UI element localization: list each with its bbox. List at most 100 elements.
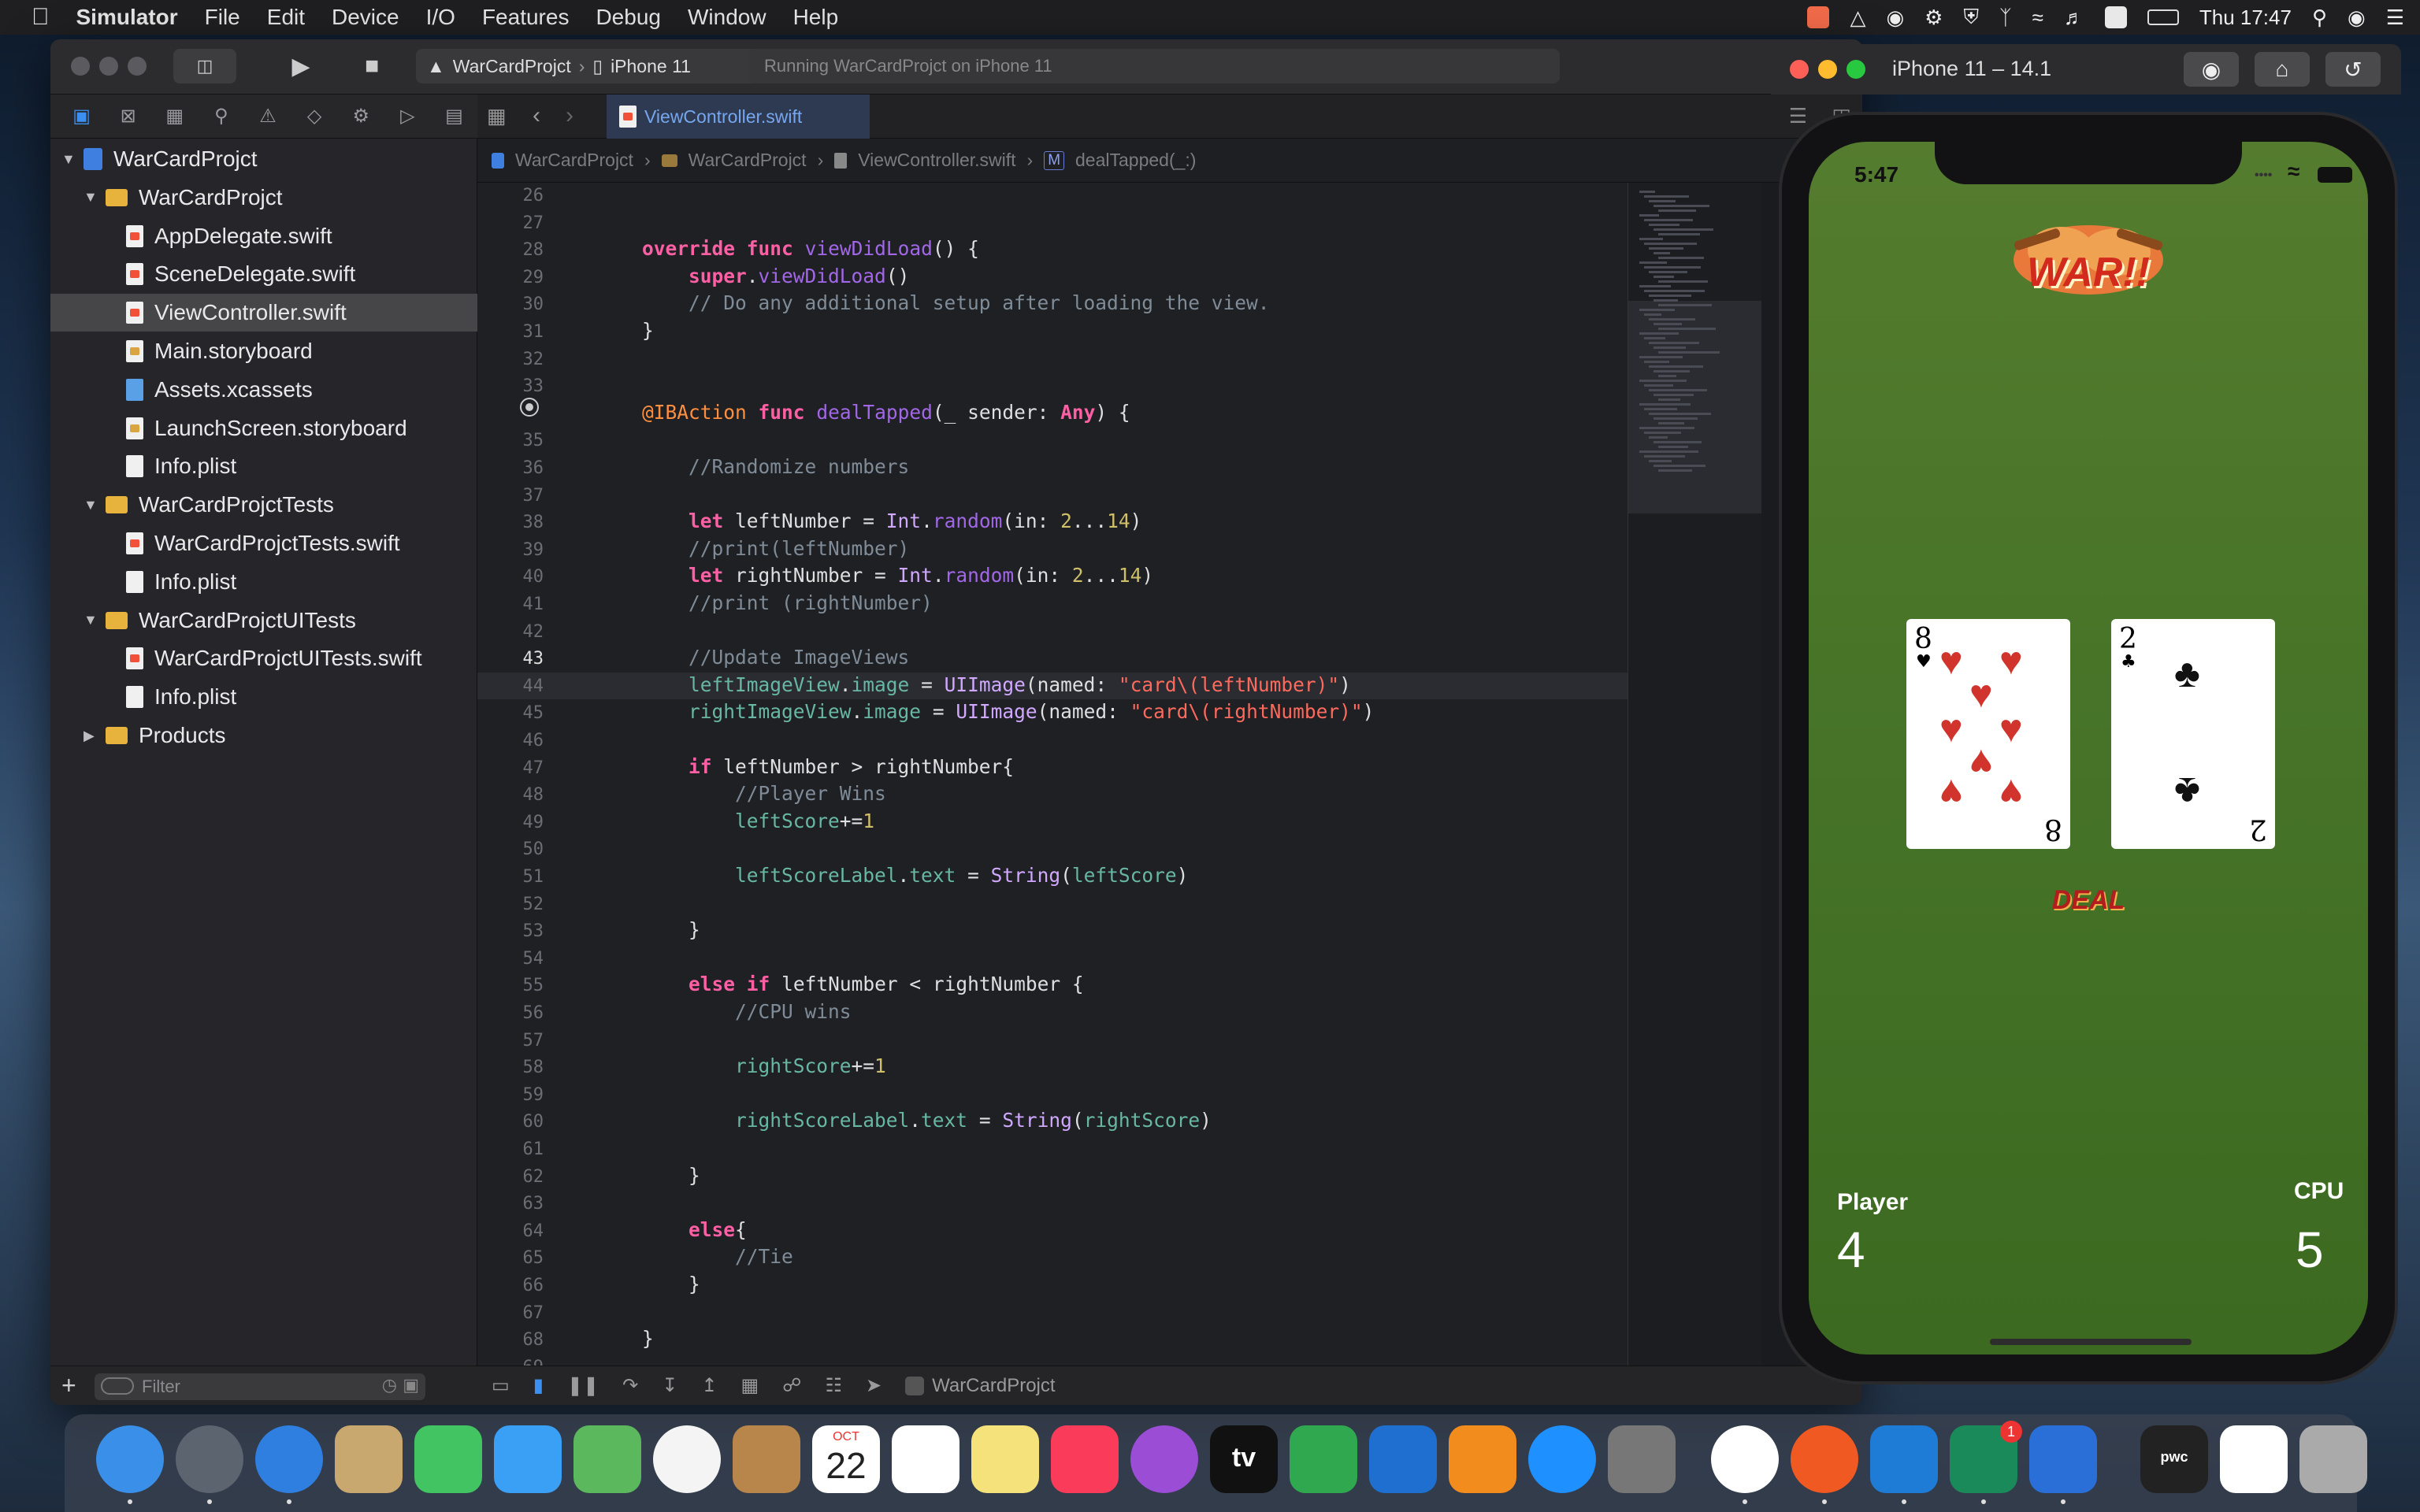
code-line[interactable]: super.viewDidLoad() (596, 265, 909, 287)
code-line[interactable]: rightScoreLabel.text = String(rightScore… (596, 1109, 1212, 1132)
environment-overrides-icon[interactable]: ☷ (825, 1374, 842, 1397)
navigator-row[interactable]: SceneDelegate.swift (50, 255, 477, 293)
editor-grid-icon[interactable]: ▦ (487, 104, 507, 128)
menu-clock[interactable]: Thu 17:47 (2199, 6, 2292, 30)
app-status-icon[interactable] (1807, 6, 1830, 28)
triangle-status-icon[interactable]: △ (1850, 6, 1865, 30)
add-file-icon[interactable]: + (61, 1371, 76, 1400)
navigator-row[interactable]: Info.plist (50, 678, 477, 716)
recent-files-icon[interactable]: ◷ (382, 1375, 397, 1395)
report-navigator-icon[interactable]: ▤ (431, 105, 477, 128)
run-button[interactable]: ▶ (279, 49, 323, 83)
find-navigator-icon[interactable]: ⚲ (198, 105, 244, 128)
disclosure-triangle-icon[interactable]: ▶ (84, 728, 96, 744)
code-line[interactable]: override func viewDidLoad() { (596, 237, 979, 260)
symbol-navigator-icon[interactable]: ▦ (151, 105, 198, 128)
code-line[interactable]: //Tie (596, 1245, 793, 1268)
forward-chevron-icon[interactable]: › (566, 102, 573, 129)
wifi-icon[interactable]: ≈ (2032, 6, 2043, 30)
navigator-row[interactable]: AppDelegate.swift (50, 217, 477, 255)
menu-debug[interactable]: Debug (582, 5, 674, 30)
system-preferences-icon[interactable] (1608, 1425, 1676, 1493)
source-control-navigator-icon[interactable]: ⊠ (105, 105, 151, 128)
code-line[interactable]: else if leftNumber < rightNumber { (596, 973, 1084, 995)
code-line[interactable]: //Randomize numbers (596, 455, 909, 478)
window-minimize-button[interactable] (99, 57, 118, 76)
menu-window[interactable]: Window (674, 5, 780, 30)
code-line[interactable]: //Update ImageViews (596, 646, 909, 669)
hide-debug-area-icon[interactable]: ▭ (492, 1374, 510, 1397)
numbers-icon[interactable] (1290, 1425, 1357, 1493)
app-store-icon[interactable] (1528, 1425, 1596, 1493)
code-line[interactable]: //print (rightNumber) (596, 591, 933, 614)
test-navigator-icon[interactable]: ◇ (291, 105, 338, 128)
breakpoint-navigator-icon[interactable]: ▷ (384, 105, 431, 128)
jump-group[interactable]: WarCardProjct (689, 150, 807, 171)
messages-icon[interactable] (494, 1425, 562, 1493)
navigator-row[interactable]: ▼ WarCardProjct (50, 179, 477, 217)
menu-app-name[interactable]: Simulator (63, 5, 191, 30)
home-button[interactable]: ⌂ (2255, 52, 2310, 87)
code-minimap[interactable] (1628, 183, 1762, 1366)
jump-project[interactable]: WarCardProjct (515, 150, 633, 171)
navigator-row[interactable]: ▼ WarCardProjct (50, 140, 477, 178)
code-line[interactable]: let rightNumber = Int.random(in: 2...14) (596, 564, 1153, 587)
scheme-selector[interactable]: ▲ WarCardProjct › ▯ iPhone 11 (416, 49, 777, 83)
code-line[interactable]: leftScoreLabel.text = String(leftScore) (596, 864, 1188, 887)
xcode-icon[interactable] (1870, 1425, 1938, 1493)
navigator-row[interactable]: Main.storyboard (50, 332, 477, 370)
finder-icon[interactable] (96, 1425, 164, 1493)
pages-icon[interactable] (1449, 1425, 1516, 1493)
photos-icon[interactable] (653, 1425, 721, 1493)
navigator-row[interactable]: ViewController.swift (50, 294, 477, 332)
code-line[interactable]: } (596, 1327, 654, 1350)
podcasts-icon[interactable] (1130, 1425, 1198, 1493)
code-line[interactable]: leftImageView.image = UIImage(named: "ca… (596, 673, 1351, 696)
input-source-icon[interactable] (2104, 6, 2127, 28)
code-line[interactable]: leftScore+=1 (596, 810, 874, 832)
pause-icon[interactable]: ❚❚ (567, 1374, 599, 1397)
globe-status-icon[interactable]: ◉ (1886, 6, 1904, 30)
navigator-filter-input[interactable]: Filter ◷ ▣ (95, 1373, 425, 1400)
code-line[interactable]: @IBAction func dealTapped(_ sender: Any)… (596, 401, 1130, 424)
step-over-icon[interactable]: ↷ (622, 1374, 638, 1397)
source-editor[interactable]: 26 27 28 override func viewDidLoad() {29 s… (477, 183, 1628, 1377)
mail-client-icon[interactable]: 1 (1950, 1421, 2022, 1493)
sim-zoom-button[interactable] (1847, 60, 1865, 79)
bluetooth-icon[interactable]: ᛉ (1999, 6, 2012, 30)
project-navigator-folder-icon[interactable]: ▣ (58, 105, 105, 128)
simulate-location-icon[interactable]: ➤ (866, 1374, 882, 1397)
tab-viewcontroller[interactable]: ViewController.swift (607, 94, 870, 139)
siri-icon[interactable]: ◉ (2348, 6, 2366, 30)
navigator-row[interactable]: Info.plist (50, 447, 477, 485)
navigator-row[interactable]: ▶ Products (50, 717, 477, 754)
filter-options-icon[interactable] (101, 1377, 134, 1395)
document-icon[interactable] (2220, 1425, 2288, 1493)
navigator-row[interactable]: Assets.xcassets (50, 371, 477, 409)
chrome-icon[interactable] (1711, 1425, 1779, 1493)
disclosure-triangle-icon[interactable]: ▼ (84, 612, 98, 628)
shield-status-icon[interactable]: ⛨ (1963, 5, 1979, 30)
contacts-icon[interactable] (733, 1425, 800, 1493)
navigator-toggle-button[interactable]: ◫ (173, 49, 236, 83)
code-line[interactable]: //Player Wins (596, 782, 886, 805)
menu-help[interactable]: Help (780, 5, 852, 30)
tv-icon[interactable]: tv (1210, 1425, 1278, 1493)
simulator-icon[interactable] (2029, 1425, 2097, 1493)
jump-method[interactable]: dealTapped(_:) (1075, 150, 1196, 171)
folder-icon[interactable]: pwc (2140, 1425, 2208, 1493)
disclosure-triangle-icon[interactable]: ▼ (84, 189, 98, 206)
menu-edit[interactable]: Edit (254, 5, 318, 30)
menu-io[interactable]: I/O (413, 5, 469, 30)
notes-icon[interactable] (971, 1425, 1039, 1493)
step-in-icon[interactable]: ↧ (662, 1374, 677, 1397)
code-line[interactable]: //print(leftNumber) (596, 537, 909, 560)
back-chevron-icon[interactable]: ‹ (533, 102, 540, 129)
keynote-icon[interactable] (1369, 1425, 1437, 1493)
launchpad-icon[interactable] (176, 1425, 243, 1493)
navigator-row[interactable]: LaunchScreen.storyboard (50, 410, 477, 447)
deal-button[interactable]: DEAL (2033, 885, 2143, 929)
view-debugger-icon[interactable]: ▦ (740, 1374, 759, 1397)
jump-file[interactable]: ViewController.swift (858, 150, 1015, 171)
home-indicator[interactable] (1990, 1339, 2192, 1345)
